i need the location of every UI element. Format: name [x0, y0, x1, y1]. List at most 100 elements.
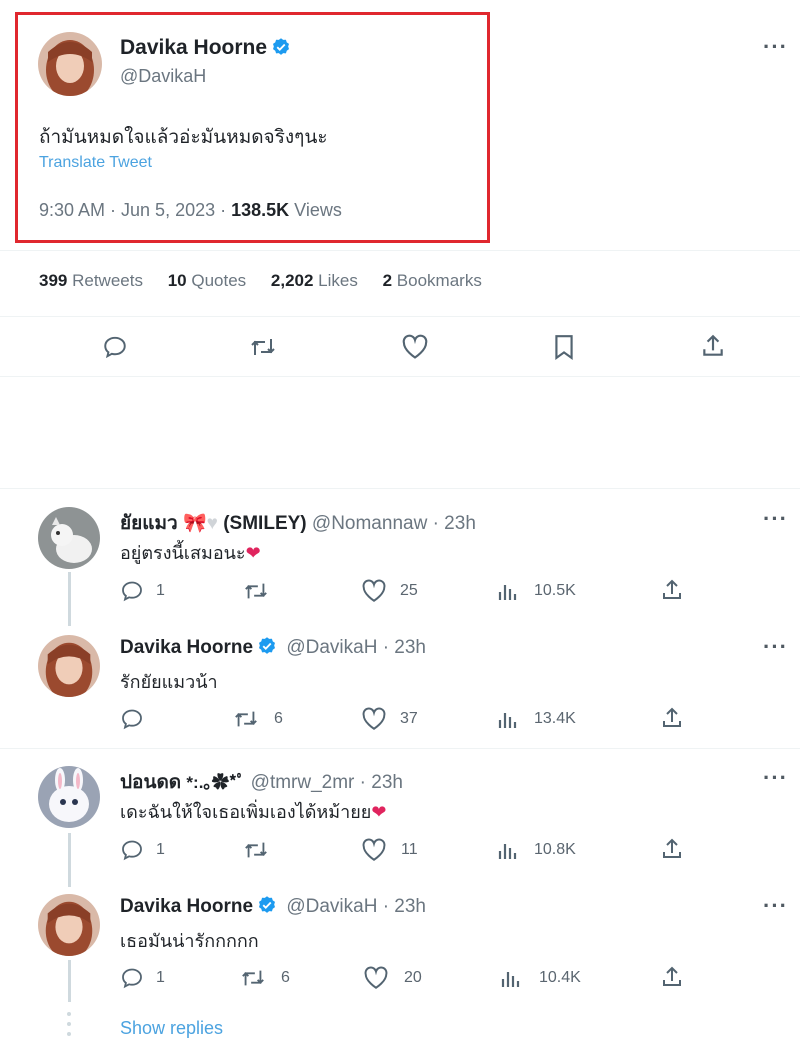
retweet-icon[interactable] — [249, 334, 277, 360]
like-icon[interactable] — [363, 966, 389, 990]
red-heart-emoji-icon: ❤ — [371, 802, 387, 822]
reply-count: 1 — [156, 969, 165, 986]
like-icon[interactable] — [361, 838, 387, 862]
retweets-label: Retweets — [67, 271, 143, 290]
reply-header: Davika Hoorne @DavikaH · 23h — [120, 636, 426, 659]
reply-text-row: อยู่ตรงนี้เสมอนะ❤ — [120, 538, 261, 567]
translate-tweet-link[interactable]: Translate Tweet — [39, 154, 152, 172]
like-count: 20 — [404, 969, 422, 986]
like-icon[interactable] — [401, 334, 429, 360]
share-icon[interactable] — [660, 578, 684, 602]
reply-handle-time[interactable]: @tmrw_2mr · 23h — [251, 772, 403, 793]
bookmarks-stat[interactable]: 2 Bookmarks — [383, 271, 482, 290]
tweet-time[interactable]: 9:30 AM · Jun 5, 2023 · — [39, 200, 231, 220]
quotes-count: 10 — [167, 271, 187, 290]
tweet-text: ถ้ามันหมดใจแล้วอ่ะมันหมดจริงๆนะ — [39, 127, 328, 148]
views-chart-icon[interactable] — [497, 580, 519, 602]
share-icon[interactable] — [700, 333, 726, 359]
reply-text: รักยัยแมวน้า — [120, 672, 218, 692]
reply-handle-time[interactable]: @Nomannaw · 23h — [312, 513, 476, 534]
thread-connector — [68, 960, 71, 1002]
more-options-icon[interactable]: ··· — [763, 508, 788, 530]
share-icon[interactable] — [660, 837, 684, 861]
author-handle[interactable]: @DavikaH — [120, 66, 206, 87]
reply-author-name[interactable]: Davika Hoorne — [120, 637, 253, 658]
like-count: 37 — [400, 710, 418, 727]
verified-badge-icon — [271, 37, 291, 57]
reply-icon[interactable] — [120, 707, 144, 731]
reply-header: ยัยแมว 🎀♥ (SMILEY) @Nomannaw · 23h — [120, 508, 476, 538]
reply-icon[interactable] — [120, 966, 144, 990]
like-count: 25 — [400, 582, 418, 599]
bookmarks-label: Bookmarks — [392, 271, 482, 290]
divider — [0, 376, 800, 377]
reply-text: เดะฉันให้ใจเธอเพิ่มเองได้หม้ายย — [120, 802, 372, 822]
avatar[interactable] — [38, 635, 100, 697]
retweet-count: 6 — [281, 969, 290, 986]
views-label: Views — [289, 200, 342, 220]
reply-author-suffix: (SMILEY) — [223, 513, 307, 534]
reply-icon[interactable] — [102, 334, 128, 360]
likes-count: 2,202 — [270, 271, 314, 290]
share-icon[interactable] — [660, 965, 684, 989]
view-count: 13.4K — [534, 710, 576, 727]
quotes-stat[interactable]: 10 Quotes — [168, 271, 246, 290]
bookmarks-count: 2 — [382, 271, 393, 290]
reply-text: เธอมันน่ารักกกกก — [120, 931, 259, 951]
avatar[interactable] — [38, 32, 102, 96]
more-options-icon[interactable]: ··· — [763, 895, 788, 917]
reply-header: ปอนดด *:.｡✿*ﾟ @tmrw_2mr · 23h — [120, 767, 403, 797]
red-heart-emoji-icon: ❤ — [245, 543, 261, 563]
reply-icon[interactable] — [120, 838, 144, 862]
view-count: 10.8K — [534, 841, 576, 858]
share-icon[interactable] — [660, 706, 684, 730]
tweet-timestamp-row: 9:30 AM · Jun 5, 2023 · 138.5K Views — [39, 200, 342, 221]
avatar[interactable] — [38, 894, 100, 956]
avatar[interactable] — [38, 507, 100, 569]
thread-dot — [67, 1012, 71, 1016]
reply-author-name[interactable]: ปอนดด — [120, 772, 181, 793]
bookmark-icon[interactable] — [552, 334, 576, 360]
view-count: 10.5K — [534, 582, 576, 599]
retweet-icon[interactable] — [233, 707, 259, 731]
views-chart-icon[interactable] — [500, 967, 522, 989]
reply-text: อยู่ตรงนี้เสมอนะ — [120, 543, 246, 563]
verified-badge-icon — [257, 895, 277, 915]
author-name[interactable]: Davika Hoorne — [120, 36, 267, 59]
reply-author-name[interactable]: Davika Hoorne — [120, 896, 253, 917]
more-options-icon[interactable]: ··· — [763, 36, 788, 58]
show-replies-link[interactable]: Show replies — [120, 1018, 223, 1039]
likes-label: Likes — [313, 271, 358, 290]
reply-handle-time[interactable]: @DavikaH · 23h — [286, 896, 426, 917]
views-chart-icon[interactable] — [497, 839, 519, 861]
divider — [0, 748, 800, 749]
ribbon-emoji-icon: 🎀 — [183, 513, 207, 534]
views-count: 138.5K — [231, 200, 290, 220]
like-count: 11 — [401, 841, 418, 858]
reply-count: 1 — [156, 841, 165, 858]
views-chart-icon[interactable] — [497, 708, 519, 730]
thread-dot — [67, 1032, 71, 1036]
retweets-stat[interactable]: 399 Retweets — [39, 271, 143, 290]
more-options-icon[interactable]: ··· — [763, 767, 788, 789]
divider — [0, 316, 800, 317]
author-name-row: Davika Hoorne — [120, 36, 291, 60]
reply-author-name[interactable]: ยัยแมว — [120, 513, 178, 534]
avatar[interactable] — [38, 766, 100, 828]
retweet-icon[interactable] — [240, 966, 266, 990]
retweet-icon[interactable] — [243, 579, 269, 603]
reply-handle-time[interactable]: @DavikaH · 23h — [286, 637, 426, 658]
reply-author-suffix: *:.｡✿*ﾟ — [186, 773, 246, 792]
retweet-icon[interactable] — [243, 838, 269, 862]
more-options-icon[interactable]: ··· — [763, 636, 788, 658]
quotes-label: Quotes — [186, 271, 247, 290]
like-icon[interactable] — [361, 707, 387, 731]
like-icon[interactable] — [361, 579, 387, 603]
reply-text-row: เดะฉันให้ใจเธอเพิ่มเองได้หม้ายย❤ — [120, 797, 386, 826]
divider — [0, 488, 800, 489]
reply-icon[interactable] — [120, 579, 144, 603]
retweet-count: 6 — [274, 710, 283, 727]
reply-count: 1 — [156, 582, 165, 599]
likes-stat[interactable]: 2,202 Likes — [271, 271, 358, 290]
reply-header: Davika Hoorne @DavikaH · 23h — [120, 895, 426, 918]
